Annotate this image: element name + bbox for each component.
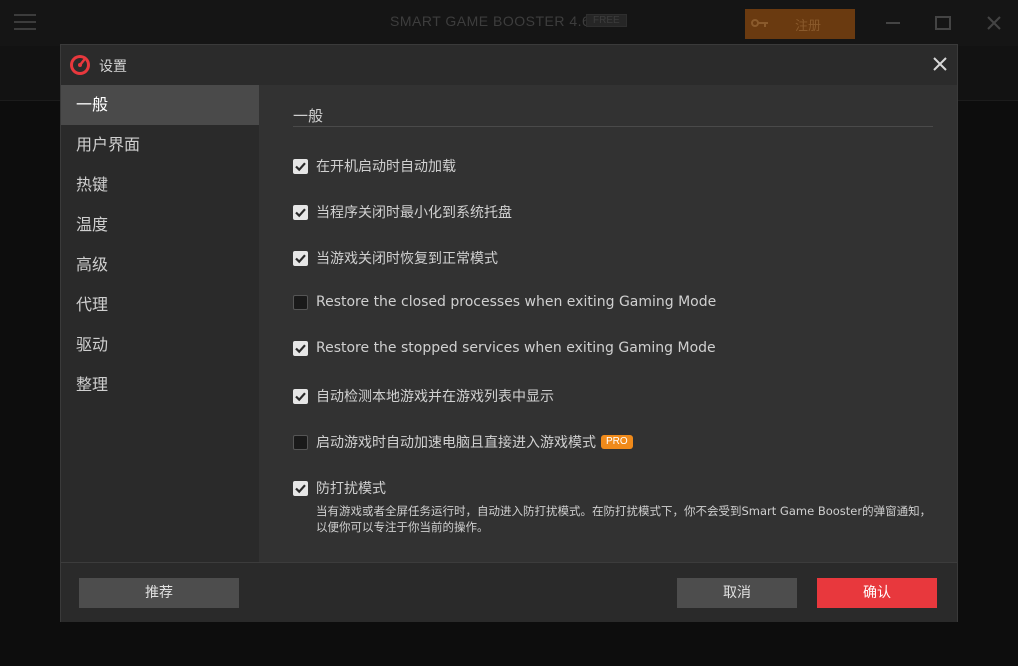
sidebar-item-temperature[interactable]: 温度 <box>61 205 259 245</box>
option-label: 当程序关闭时最小化到系统托盘 <box>316 205 512 221</box>
option-label: Restore the closed processes when exitin… <box>316 294 717 310</box>
option-auto-detect-games[interactable]: 自动检测本地游戏并在游戏列表中显示 <box>293 386 554 406</box>
app-close-icon[interactable] <box>983 12 1005 34</box>
do-not-disturb-description: 当有游戏或者全屏任务运行时，自动进入防打扰模式。在防打扰模式下，你不会受到Sma… <box>316 504 932 534</box>
section-title: 一般 <box>293 107 324 125</box>
sidebar-item-advanced[interactable]: 高级 <box>61 245 259 285</box>
settings-dialog: 设置 一般 用户界面 热键 温度 高级 代理 驱动 整理 一般 在开机启动时自动… <box>60 44 958 622</box>
sidebar-item-drivers[interactable]: 驱动 <box>61 325 259 365</box>
register-button[interactable]: 注册 <box>745 9 855 39</box>
checkbox-checked[interactable] <box>293 204 308 220</box>
checkmark-icon <box>295 161 306 171</box>
pro-badge: PRO <box>601 435 633 449</box>
option-label: Restore the stopped services when exitin… <box>316 340 716 356</box>
option-label: 防打扰模式 <box>316 481 386 497</box>
settings-content: 一般 在开机启动时自动加载 当程序关闭时最小化到系统托盘 当游戏关闭时恢复到正常… <box>259 85 957 562</box>
recommend-button[interactable]: 推荐 <box>79 578 239 608</box>
option-restore-services[interactable]: Restore the stopped services when exitin… <box>293 340 716 356</box>
option-label: 在开机启动时自动加载 <box>316 159 456 175</box>
settings-sidebar: 一般 用户界面 热键 温度 高级 代理 驱动 整理 <box>61 85 259 562</box>
checkmark-icon <box>295 343 306 353</box>
option-restore-processes[interactable]: Restore the closed processes when exitin… <box>293 294 716 310</box>
dialog-footer: 推荐 取消 确认 <box>61 562 957 622</box>
close-icon[interactable] <box>929 53 951 75</box>
key-icon <box>745 16 775 32</box>
app-logo-icon <box>69 54 91 76</box>
app-title: SMART GAME BOOSTER 4.6 <box>390 13 591 29</box>
sidebar-item-hotkeys[interactable]: 热键 <box>61 165 259 205</box>
register-label: 注册 <box>794 18 821 34</box>
app-titlebar: SMART GAME BOOSTER 4.6 FREE 注册 <box>0 0 1018 46</box>
checkbox-checked[interactable] <box>293 250 308 266</box>
checkbox-checked[interactable] <box>293 158 308 174</box>
option-do-not-disturb[interactable]: 防打扰模式 <box>293 478 386 498</box>
menu-icon[interactable] <box>14 14 36 30</box>
cancel-button[interactable]: 取消 <box>677 578 797 608</box>
checkmark-icon <box>295 253 306 263</box>
option-autostart[interactable]: 在开机启动时自动加载 <box>293 156 456 176</box>
checkbox-unchecked[interactable] <box>293 434 308 450</box>
checkmark-icon <box>295 483 306 493</box>
sidebar-item-general[interactable]: 一般 <box>61 85 259 125</box>
dialog-header: 设置 <box>61 45 957 85</box>
checkbox-checked[interactable] <box>293 388 308 404</box>
option-label: 自动检测本地游戏并在游戏列表中显示 <box>316 389 554 405</box>
option-minimize-to-tray[interactable]: 当程序关闭时最小化到系统托盘 <box>293 202 512 222</box>
confirm-button[interactable]: 确认 <box>817 578 937 608</box>
sidebar-item-defrag[interactable]: 整理 <box>61 365 259 405</box>
checkbox-unchecked[interactable] <box>293 294 308 310</box>
option-restore-normal-mode[interactable]: 当游戏关闭时恢复到正常模式 <box>293 248 498 268</box>
edition-badge: FREE <box>586 14 627 27</box>
checkmark-icon <box>295 391 306 401</box>
sidebar-item-user-interface[interactable]: 用户界面 <box>61 125 259 165</box>
option-label: 当游戏关闭时恢复到正常模式 <box>316 251 498 267</box>
sidebar-item-proxy[interactable]: 代理 <box>61 285 259 325</box>
checkbox-checked[interactable] <box>293 480 308 496</box>
section-divider <box>293 126 933 127</box>
option-label: 启动游戏时自动加速电脑且直接进入游戏模式 <box>316 435 596 451</box>
checkbox-checked[interactable] <box>293 340 308 356</box>
option-auto-boost-on-launch[interactable]: 启动游戏时自动加速电脑且直接进入游戏模式 PRO <box>293 432 633 452</box>
minimize-icon[interactable] <box>882 12 904 34</box>
dialog-title: 设置 <box>99 59 127 75</box>
maximize-icon[interactable] <box>932 12 954 34</box>
checkmark-icon <box>295 207 306 217</box>
